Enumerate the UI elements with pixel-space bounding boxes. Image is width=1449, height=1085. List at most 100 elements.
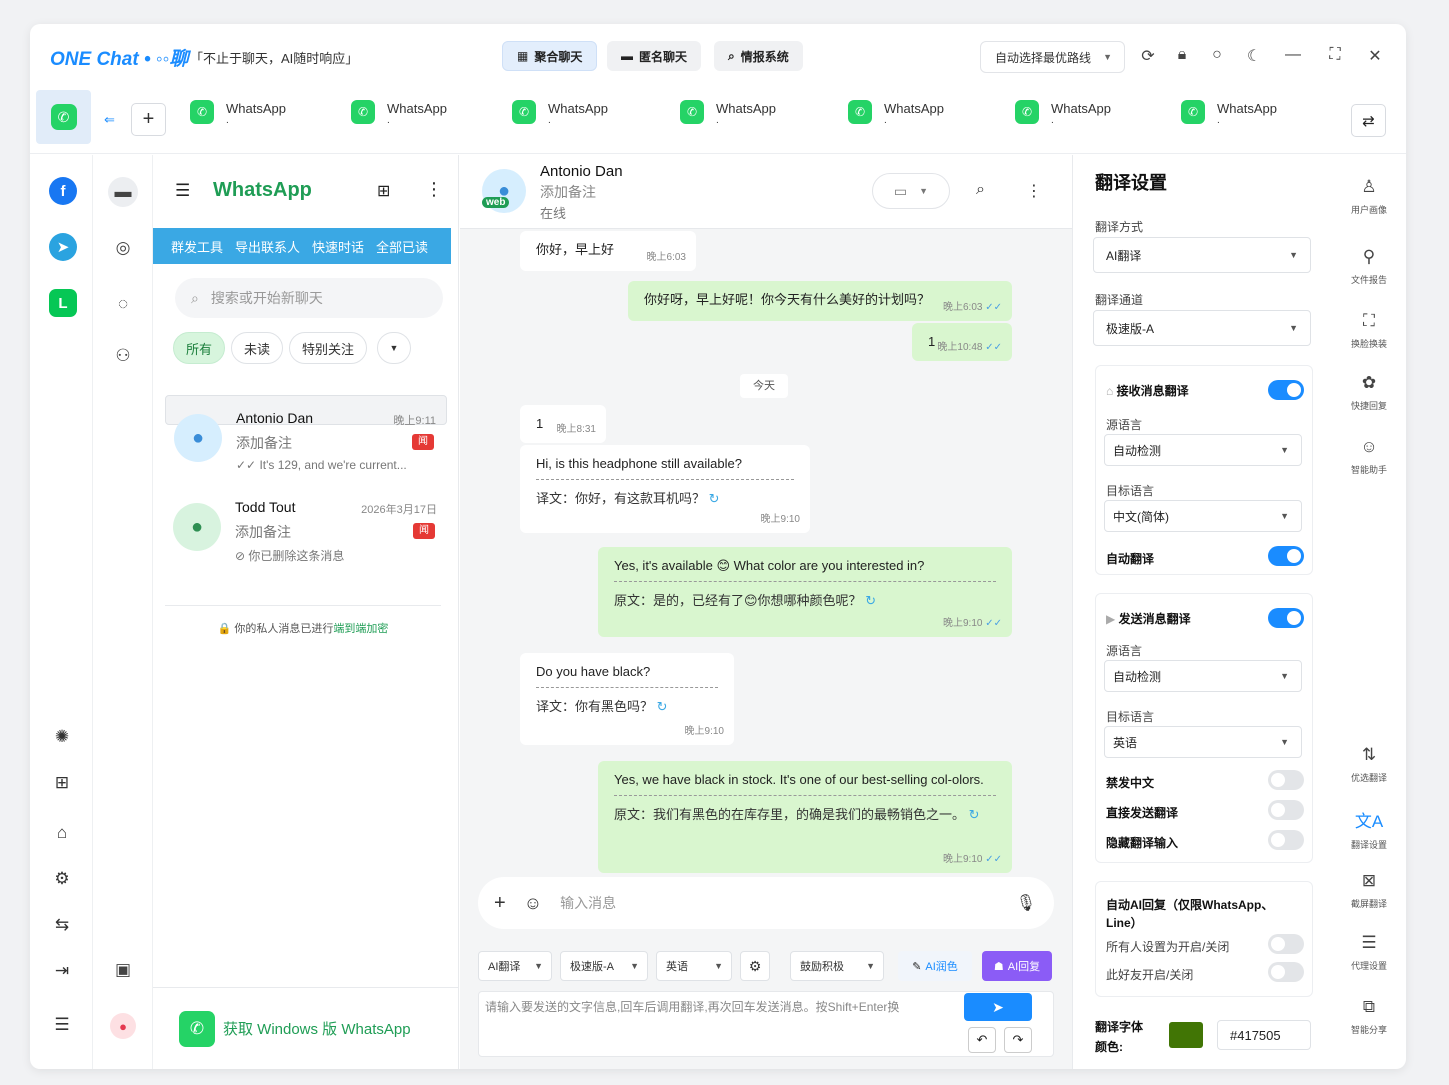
facebook-icon[interactable]: f <box>49 177 77 205</box>
account-tab[interactable]: ✆ WhatsApp. <box>512 100 608 126</box>
language-select[interactable]: 英语 ▼ <box>656 951 732 981</box>
ban-chinese-toggle[interactable] <box>1268 770 1304 790</box>
receive-source-select[interactable]: 自动检测 ▼ <box>1104 434 1302 466</box>
close-icon[interactable]: ✕ <box>1364 46 1386 66</box>
receive-translate-toggle[interactable] <box>1268 380 1304 400</box>
hide-input-toggle[interactable] <box>1268 830 1304 850</box>
retranslate-icon[interactable]: ↻ <box>865 593 876 608</box>
new-chat-icon[interactable]: ⊞ <box>377 181 390 201</box>
add-account-button[interactable]: + <box>131 103 166 136</box>
ai-reply-friend-toggle[interactable] <box>1268 962 1304 982</box>
mode-intel-system[interactable]: ⌕ 情报系统 <box>714 41 803 71</box>
reload-icon[interactable]: ○ <box>1206 46 1228 64</box>
retranslate-icon[interactable]: ↻ <box>657 699 668 714</box>
retranslate-icon[interactable]: ↻ <box>969 807 980 822</box>
retranslate-icon[interactable]: ↻ <box>709 491 720 506</box>
minimize-icon[interactable]: — <box>1282 46 1304 64</box>
route-select[interactable]: 自动选择最优路线 ▼ <box>980 41 1125 73</box>
account-tab[interactable]: ✆ WhatsApp. <box>351 100 447 126</box>
status-icon[interactable]: ◎ <box>108 233 138 263</box>
mark-all-read-tool[interactable]: 全部已读 <box>376 237 428 256</box>
plus-icon[interactable]: + <box>494 892 506 915</box>
tone-select[interactable]: 鼓励积极 ▼ <box>790 951 884 981</box>
color-swatch[interactable] <box>1169 1022 1203 1048</box>
microphone-icon[interactable]: 🎙︎ <box>1016 893 1036 913</box>
account-tab[interactable]: ✆ WhatsApp. <box>848 100 944 126</box>
line-icon[interactable]: L <box>49 289 77 317</box>
file-report-tool[interactable]: ⚲ 文件报告 <box>1332 247 1406 286</box>
user-portrait-tool[interactable]: ♙ 用户画像 <box>1332 177 1406 216</box>
collapse-icon[interactable]: ⇐ <box>104 112 115 128</box>
search-icon[interactable]: ⌕ <box>976 181 985 199</box>
account-tab[interactable]: ✆ WhatsApp. <box>190 100 286 126</box>
moon-icon[interactable]: ☾ <box>1243 46 1265 66</box>
channels-icon[interactable]: ◌ <box>108 289 138 319</box>
more-vertical-icon[interactable]: ⋮ <box>1026 181 1042 201</box>
send-button[interactable]: ➤ <box>964 993 1032 1021</box>
chats-icon[interactable]: ▬ <box>108 177 138 207</box>
channel-select[interactable]: 极速版-A ▼ <box>560 951 648 981</box>
auto-translate-toggle[interactable] <box>1268 546 1304 566</box>
telegram-icon[interactable]: ➤ <box>49 233 77 261</box>
quick-reply-tool[interactable]: ✿ 快捷回复 <box>1332 373 1406 412</box>
direct-send-toggle[interactable] <box>1268 800 1304 820</box>
e2e-link[interactable]: 端到端加密 <box>333 623 388 635</box>
message-input[interactable]: + ☺ 输入消息 🎙︎ <box>478 877 1054 929</box>
ai-reply-all-toggle[interactable] <box>1268 934 1304 954</box>
chat-item[interactable]: ● Todd Tout 2026年3月17日 添加备注 闻 ⊘ 你已删除这条消息 <box>165 485 447 571</box>
channel-select[interactable]: 极速版-A ▼ <box>1093 310 1311 346</box>
lock-icon[interactable]: 🔒︎ <box>1171 46 1193 64</box>
redo-icon[interactable]: ↷ <box>1004 1027 1032 1053</box>
menu-icon[interactable]: ☰ <box>175 181 190 201</box>
emoji-icon[interactable]: ☺ <box>524 893 542 914</box>
send-translate-toggle[interactable] <box>1268 608 1304 628</box>
mode-anonymous-chat[interactable]: ▬ 匿名聊天 <box>607 41 702 71</box>
contact-note[interactable]: 添加备注 <box>540 182 596 202</box>
export-contacts-tool[interactable]: 导出联系人 <box>235 237 300 256</box>
maximize-icon[interactable]: ⛶ <box>1324 46 1346 64</box>
face-swap-tool[interactable]: ⛶ 换脸换装 <box>1332 311 1406 350</box>
account-tab[interactable]: ✆ WhatsApp. <box>1181 100 1277 126</box>
mode-aggregate-chat[interactable]: ▦ 聚合聊天 <box>502 41 598 71</box>
more-vertical-icon[interactable]: ⋮ <box>425 179 443 200</box>
whatsapp-platform-button[interactable]: ✆ <box>36 90 91 144</box>
smart-share-tool[interactable]: ⧉ 智能分享 <box>1332 997 1406 1036</box>
filter-favorites[interactable]: 特别关注 <box>289 332 368 364</box>
gear-icon[interactable]: ⚙ <box>740 951 770 981</box>
chat-item[interactable]: ● Antonio Dan 晚上9:11 添加备注 闻 ✓✓ It's 129,… <box>165 395 447 472</box>
profile-avatar-icon[interactable]: ● <box>108 1011 138 1041</box>
video-call-button[interactable]: ▭ ▼ <box>872 173 950 209</box>
chevron-down-icon[interactable]: ▼ <box>377 332 411 364</box>
swap-icon[interactable]: ⇄ <box>1351 104 1386 137</box>
method-select[interactable]: AI翻译 ▼ <box>1093 237 1311 273</box>
filter-unread[interactable]: 未读 <box>231 332 284 364</box>
ai-reply-button[interactable]: ☗ AI回复 <box>982 951 1052 981</box>
ai-polish-button[interactable]: ✎ AI润色 <box>898 951 972 981</box>
preferred-translate-tool[interactable]: ⇅ 优选翻译 <box>1332 745 1406 784</box>
media-icon[interactable]: ▣ <box>108 955 138 985</box>
undo-icon[interactable]: ↶ <box>968 1027 996 1053</box>
translate-settings-tool[interactable]: 文A 翻译设置 <box>1332 807 1406 851</box>
openai-icon[interactable]: ✺ <box>50 727 74 747</box>
refresh-icon[interactable]: ⟳ <box>1137 46 1159 66</box>
send-source-select[interactable]: 自动检测 ▼ <box>1104 660 1302 692</box>
proxy-settings-tool[interactable]: ☰ 代理设置 <box>1332 933 1406 972</box>
account-tab[interactable]: ✆ WhatsApp. <box>1015 100 1111 126</box>
settings-icon[interactable]: ⚙ <box>50 869 74 889</box>
menu-icon[interactable]: ☰ <box>50 1015 74 1035</box>
screenshot-translate-tool[interactable]: ⊠ 截屏翻译 <box>1332 871 1406 910</box>
home-icon[interactable]: ⌂ <box>50 823 74 843</box>
smart-assistant-tool[interactable]: ☺ 智能助手 <box>1332 437 1406 476</box>
bulk-send-tool[interactable]: 群发工具 <box>171 237 223 256</box>
exchange-icon[interactable]: ⇆ <box>50 915 74 935</box>
communities-icon[interactable]: ⚇ <box>108 341 138 371</box>
logout-icon[interactable]: ⇥ <box>50 961 74 981</box>
engine-select[interactable]: AI翻译 ▼ <box>478 951 552 981</box>
filter-all[interactable]: 所有 <box>173 332 226 364</box>
send-target-select[interactable]: 英语 ▼ <box>1104 726 1302 758</box>
receive-target-select[interactable]: 中文(简体) ▼ <box>1104 500 1302 532</box>
add-box-icon[interactable]: ⊞ <box>50 773 74 793</box>
get-windows-whatsapp[interactable]: ✆ 获取 Windows 版 WhatsApp <box>153 987 459 1069</box>
color-hex-input[interactable]: #417505 <box>1217 1020 1311 1050</box>
quick-talk-tool[interactable]: 快速时话 <box>312 237 364 256</box>
